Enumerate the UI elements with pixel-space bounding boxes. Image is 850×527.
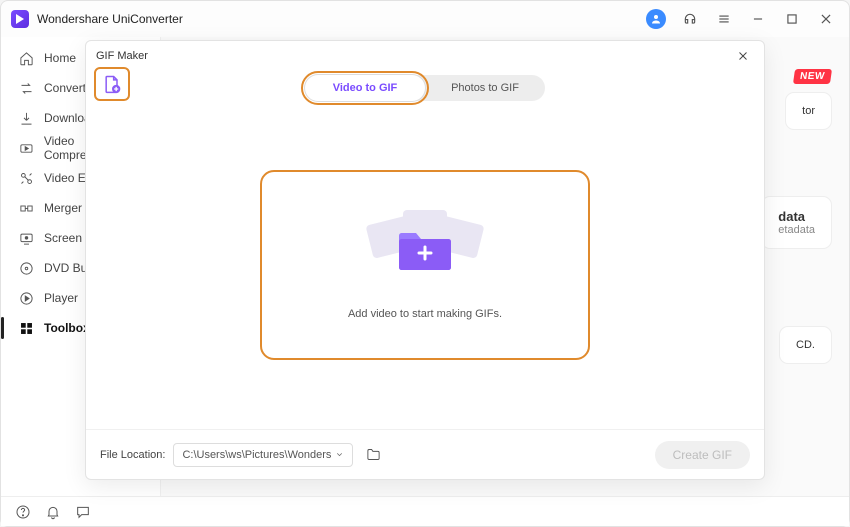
window-close-button[interactable] [813, 6, 839, 32]
chevron-down-icon [335, 450, 344, 459]
modal-title: GIF Maker [96, 50, 148, 62]
help-icon[interactable] [15, 504, 31, 520]
sidebar-item-label: Merger [44, 201, 82, 215]
app-logo-icon [11, 10, 29, 28]
folder-plus-icon [397, 228, 453, 272]
support-icon[interactable] [677, 6, 703, 32]
app-title: Wondershare UniConverter [37, 12, 183, 26]
dropzone-illustration [365, 210, 485, 290]
modal-close-button[interactable] [732, 45, 754, 67]
maximize-button[interactable] [779, 6, 805, 32]
folder-icon [366, 447, 381, 462]
account-avatar[interactable] [643, 6, 669, 32]
open-folder-button[interactable] [361, 443, 385, 467]
add-file-button[interactable] [94, 67, 130, 101]
file-location-select[interactable]: C:\Users\ws\Pictures\Wonders [173, 443, 353, 467]
create-gif-button[interactable]: Create GIF [655, 441, 750, 469]
file-location-label: File Location: [100, 449, 165, 461]
statusbar [1, 496, 849, 526]
feedback-icon[interactable] [75, 504, 91, 520]
background-card: data etadata [762, 197, 831, 248]
menu-icon[interactable] [711, 6, 737, 32]
background-card: tor [786, 93, 831, 129]
modal-footer: File Location: C:\Users\ws\Pictures\Wond… [86, 429, 764, 479]
add-file-icon [102, 74, 122, 94]
modal-header: GIF Maker [86, 41, 764, 71]
minimize-button[interactable] [745, 6, 771, 32]
bell-icon[interactable] [45, 504, 61, 520]
tab-photos-to-gif[interactable]: Photos to GIF [425, 75, 545, 101]
sidebar-item-label: Toolbox [44, 321, 90, 335]
gif-maker-modal: GIF Maker Video to GIF Photos to GIF [85, 40, 765, 480]
mode-tabs: Video to GIF Photos to GIF [86, 75, 764, 101]
sidebar-item-label: Player [44, 291, 78, 305]
titlebar: Wondershare UniConverter [1, 1, 849, 37]
sidebar-item-label: Home [44, 51, 76, 65]
file-location-value: C:\Users\ws\Pictures\Wonders [182, 449, 331, 461]
new-badge: NEW [793, 69, 832, 84]
tab-video-to-gif[interactable]: Video to GIF [305, 75, 425, 101]
add-video-dropzone[interactable]: Add video to start making GIFs. [260, 170, 590, 360]
background-card: CD. [780, 327, 831, 363]
dropzone-text: Add video to start making GIFs. [348, 308, 502, 320]
